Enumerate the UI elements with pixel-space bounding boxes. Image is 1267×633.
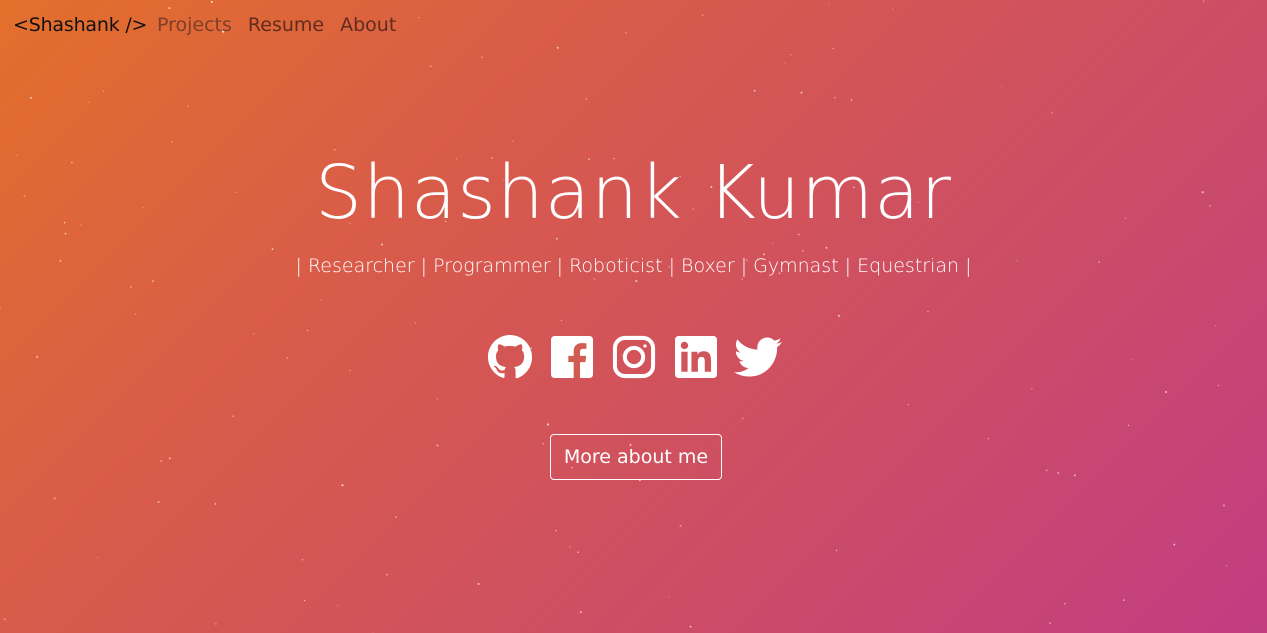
github-icon[interactable] [486,333,534,381]
facebook-icon[interactable] [548,333,596,381]
facebook-glyph [550,336,593,378]
twitter-icon[interactable] [733,333,782,381]
twitter-glyph [733,337,782,377]
more-about-me-button[interactable]: More about me [550,434,722,480]
instagram-icon[interactable] [610,333,658,381]
hero-roles: | Researcher | Programmer | Roboticist |… [295,255,972,277]
social-links [0,333,1267,381]
hero-section: Shashank Kumar | Researcher | Programmer… [0,0,1267,633]
linkedin-icon[interactable] [672,333,720,381]
hero-name: Shashank Kumar [315,150,952,236]
github-glyph [487,334,532,379]
instagram-glyph [612,335,655,379]
linkedin-glyph [674,336,717,378]
